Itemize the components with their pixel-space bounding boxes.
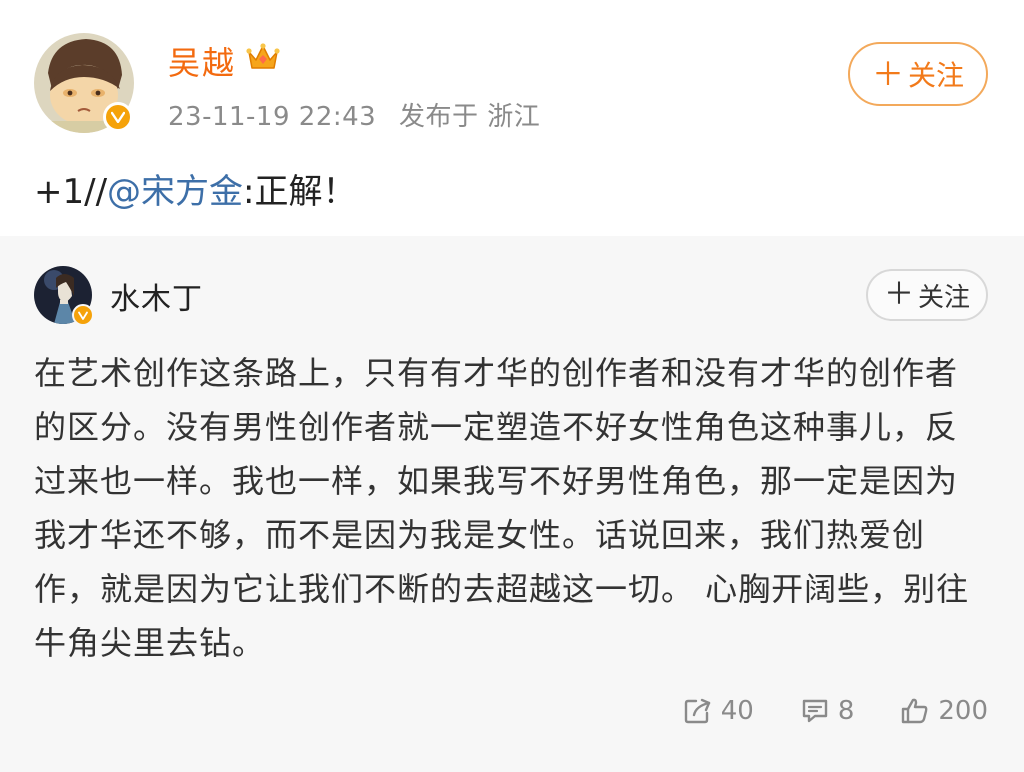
mention-link[interactable]: @宋方金 (107, 172, 243, 212)
post-text: +1//@宋方金:正解！ (34, 164, 357, 213)
thumbs-up-icon (902, 698, 928, 724)
comment-count: 8 (837, 696, 855, 726)
post-text-suffix: :正解！ (243, 172, 357, 212)
action-bar: 40 8 200 (637, 696, 988, 726)
post-meta: 23-11-19 22:43 发布于 浙江 (168, 96, 540, 133)
like-button[interactable]: 200 (900, 696, 988, 726)
crown-icon[interactable] (246, 42, 280, 80)
comment-icon (802, 699, 828, 723)
share-button[interactable]: 40 (683, 696, 754, 726)
comment-button[interactable]: 8 (800, 696, 855, 726)
verified-badge-icon (103, 102, 133, 132)
plus-icon: ＋ (871, 55, 904, 93)
timestamp: 23-11-19 22:43 (168, 102, 377, 132)
author-name-row: 吴越 (168, 38, 280, 84)
follow-label: 关注 (908, 59, 965, 92)
verified-badge-icon (72, 304, 94, 326)
follow-button[interactable]: ＋ 关注 (848, 42, 988, 106)
share-count: 40 (720, 696, 754, 726)
repost-follow-label: 关注 (917, 282, 970, 313)
post-text-prefix: +1// (34, 172, 108, 212)
like-count: 200 (938, 696, 988, 726)
share-icon (684, 698, 710, 724)
author-name[interactable]: 吴越 (168, 38, 236, 84)
repost-body-text: 在艺术创作这条路上，只有有才华的创作者和没有才华的创作者的区分。没有男性创作者就… (34, 354, 970, 662)
plus-icon: ＋ (883, 277, 914, 312)
repost-follow-button[interactable]: ＋ 关注 (866, 269, 988, 321)
main-post: 吴越 23-11-19 22:43 发布于 浙江 ＋ 关注 +1//@宋方金:正… (0, 0, 1024, 236)
reposted-card[interactable]: 水木丁 ＋ 关注 在艺术创作这条路上，只有有才华的创作者和没有才华的创作者的区分… (0, 236, 1024, 772)
location: 发布于 浙江 (398, 102, 541, 132)
repost-author-name[interactable]: 水木丁 (110, 274, 203, 318)
